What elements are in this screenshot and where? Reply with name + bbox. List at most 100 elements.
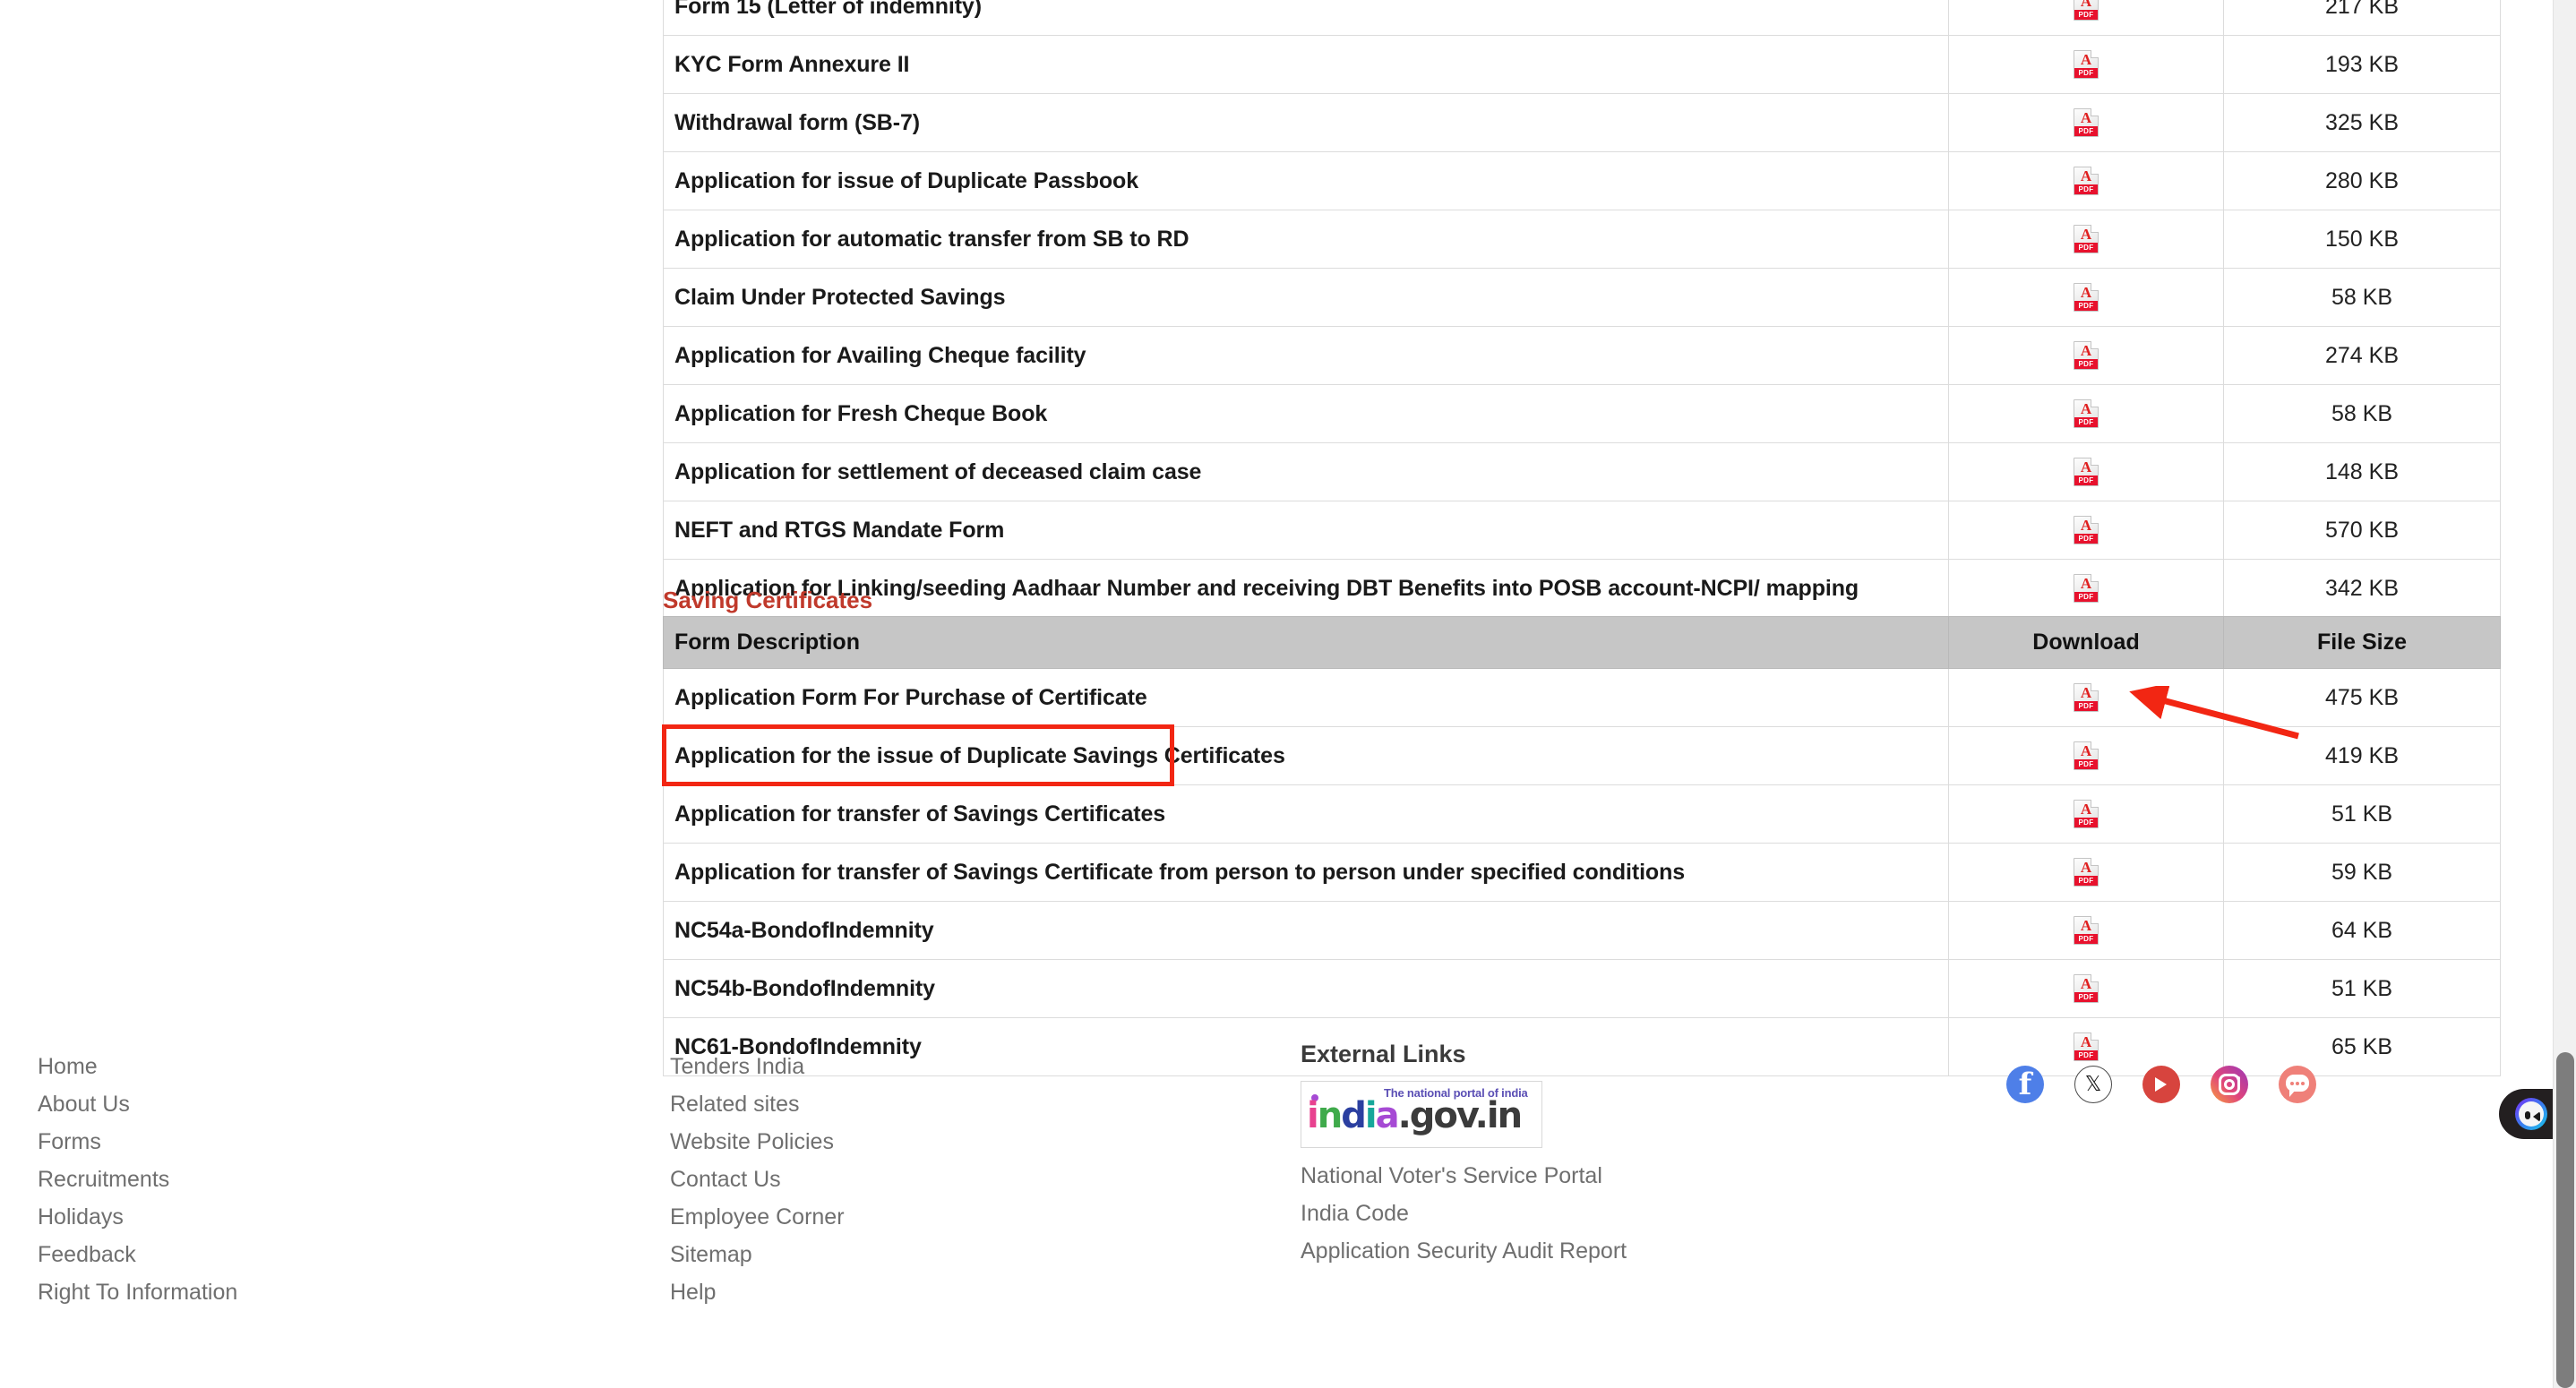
- table-row: Application for Availing Cheque facility…: [663, 326, 2501, 385]
- pdf-download-icon[interactable]: A PDF: [2074, 516, 2099, 544]
- form-description-cell: Application for issue of Duplicate Passb…: [663, 151, 1949, 210]
- pdf-icon: A PDF: [2074, 225, 2099, 253]
- youtube-icon[interactable]: [2142, 1066, 2180, 1103]
- chat-avatar-eye-right: [2533, 1111, 2540, 1122]
- footer-link[interactable]: Right To Information: [38, 1273, 237, 1311]
- footer-link[interactable]: National Voter's Service Portal: [1301, 1157, 1802, 1195]
- form-description-cell: Application for automatic transfer from …: [663, 210, 1949, 269]
- form-description-cell: Application for transfer of Savings Cert…: [663, 784, 1949, 844]
- table-row: Withdrawal form (SB-7) A PDF 325 KB: [663, 93, 2501, 152]
- footer-link[interactable]: Contact Us: [670, 1161, 845, 1198]
- footer-link[interactable]: Recruitments: [38, 1161, 237, 1198]
- pdf-download-icon[interactable]: A PDF: [2074, 283, 2099, 312]
- footer-link[interactable]: Help: [670, 1273, 845, 1311]
- footer-link[interactable]: Home: [38, 1048, 237, 1085]
- footer-link[interactable]: Employee Corner: [670, 1198, 845, 1236]
- file-size-cell: 570 KB: [2223, 501, 2501, 560]
- pdf-download-icon[interactable]: A PDF: [2074, 50, 2099, 79]
- footer-link[interactable]: Tenders India: [670, 1048, 845, 1085]
- pdf-download-icon[interactable]: A PDF: [2074, 974, 2099, 1003]
- table-row: Application for transfer of Savings Cert…: [663, 843, 2501, 902]
- saving-certificates-table-wrapper: Form Description Download File Size Appl…: [663, 616, 2501, 1076]
- pdf-icon: A PDF: [2074, 858, 2099, 887]
- file-size-cell: 59 KB: [2223, 843, 2501, 902]
- pdf-download-icon[interactable]: A PDF: [2074, 574, 2099, 603]
- pdf-icon: A PDF: [2074, 683, 2099, 712]
- koo-icon[interactable]: [2279, 1066, 2316, 1103]
- pdf-download-icon[interactable]: A PDF: [2074, 167, 2099, 195]
- pdf-icon: A PDF: [2074, 167, 2099, 195]
- footer-link[interactable]: About Us: [38, 1085, 237, 1123]
- table-header-row: Form Description Download File Size: [663, 616, 2501, 669]
- footer-link[interactable]: India Code: [1301, 1195, 1802, 1232]
- download-cell: A PDF: [1948, 442, 2224, 501]
- form-description-cell: Application for settlement of deceased c…: [663, 442, 1949, 501]
- table-row: Application for Fresh Cheque Book A PDF 58 …: [663, 384, 2501, 443]
- download-cell: A PDF: [1948, 35, 2224, 94]
- form-description-cell: NEFT and RTGS Mandate Form: [663, 501, 1949, 560]
- footer-link[interactable]: Feedback: [38, 1236, 237, 1273]
- download-cell: A PDF: [1948, 726, 2224, 785]
- download-cell: A PDF: [1948, 210, 2224, 269]
- file-size-cell: 274 KB: [2223, 326, 2501, 385]
- india-gov-in-logo[interactable]: The national portal of india india.gov.i…: [1301, 1081, 1542, 1148]
- file-size-cell: 150 KB: [2223, 210, 2501, 269]
- footer-nav-column-one: Home About Us Forms Recruitments Holidays Fee…: [38, 1048, 237, 1311]
- pdf-icon: A PDF: [2074, 50, 2099, 79]
- download-cell: A PDF: [1948, 501, 2224, 560]
- pdf-download-icon[interactable]: A PDF: [2074, 800, 2099, 828]
- pdf-download-icon[interactable]: A PDF: [2074, 0, 2099, 21]
- pdf-download-icon[interactable]: A PDF: [2074, 741, 2099, 770]
- pdf-icon: A PDF: [2074, 1032, 2099, 1061]
- column-header-file-size: File Size: [2223, 616, 2501, 669]
- form-description-cell: NC54a-BondofIndemnity: [663, 901, 1949, 960]
- vertical-scrollbar-thumb[interactable]: [2556, 1052, 2574, 1388]
- download-cell: A PDF: [1948, 0, 2224, 36]
- form-description-cell: Withdrawal form (SB-7): [663, 93, 1949, 152]
- social-media-links: [2006, 1065, 2316, 1104]
- india-logo-wordmark: india.gov.in: [1307, 1095, 1523, 1136]
- chat-avatar-ring: [2515, 1098, 2547, 1130]
- file-size-cell: 148 KB: [2223, 442, 2501, 501]
- pdf-download-icon[interactable]: A PDF: [2074, 458, 2099, 486]
- external-links-list: National Voter's Service Portal India Cod…: [1301, 1157, 1802, 1270]
- pdf-download-icon[interactable]: A PDF: [2074, 1032, 2099, 1061]
- form-description-cell: NC54b-BondofIndemnity: [663, 959, 1949, 1018]
- footer-link[interactable]: Forms: [38, 1123, 237, 1161]
- table-row: Claim Under Protected Savings A PDF 58 KB: [663, 268, 2501, 327]
- pdf-download-icon[interactable]: A PDF: [2074, 225, 2099, 253]
- table-row: NEFT and RTGS Mandate Form A PDF 570 KB: [663, 501, 2501, 560]
- pdf-download-icon[interactable]: A PDF: [2074, 916, 2099, 945]
- table-row: Application Form For Purchase of Certifi…: [663, 668, 2501, 727]
- chat-avatar-face: [2519, 1101, 2544, 1127]
- facebook-icon[interactable]: [2006, 1065, 2044, 1104]
- pdf-icon: A PDF: [2074, 283, 2099, 312]
- table-row: Application for transfer of Savings Cert…: [663, 784, 2501, 844]
- file-size-cell: 419 KB: [2223, 726, 2501, 785]
- instagram-icon[interactable]: [2211, 1066, 2248, 1103]
- pdf-download-icon[interactable]: A PDF: [2074, 683, 2099, 712]
- pdf-icon: A PDF: [2074, 341, 2099, 370]
- pdf-download-icon[interactable]: A PDF: [2074, 399, 2099, 428]
- pdf-download-icon[interactable]: A PDF: [2074, 108, 2099, 137]
- column-header-download: Download: [1948, 616, 2224, 669]
- footer-link[interactable]: Website Policies: [670, 1123, 845, 1161]
- pdf-download-icon[interactable]: A PDF: [2074, 341, 2099, 370]
- footer-link[interactable]: Application Security Audit Report: [1301, 1232, 1802, 1270]
- form-description-cell: Form 15 (Letter of indemnity): [663, 0, 1949, 36]
- footer-link[interactable]: Holidays: [38, 1198, 237, 1236]
- download-cell: A PDF: [1948, 668, 2224, 727]
- saving-certificates-heading: Saving Certificates: [663, 587, 873, 613]
- footer-link[interactable]: Sitemap: [670, 1236, 845, 1273]
- footer-link[interactable]: Related sites: [670, 1085, 845, 1123]
- form-description-cell: Application for Fresh Cheque Book: [663, 384, 1949, 443]
- pdf-download-icon[interactable]: A PDF: [2074, 858, 2099, 887]
- download-cell: A PDF: [1948, 384, 2224, 443]
- pdf-icon: A PDF: [2074, 800, 2099, 828]
- twitter-x-icon[interactable]: [2074, 1066, 2112, 1103]
- pdf-icon: A PDF: [2074, 916, 2099, 945]
- file-size-cell: 325 KB: [2223, 93, 2501, 152]
- file-size-cell: 58 KB: [2223, 384, 2501, 443]
- file-size-cell: 64 KB: [2223, 901, 2501, 960]
- table-row: Application for issue of Duplicate Passb…: [663, 151, 2501, 210]
